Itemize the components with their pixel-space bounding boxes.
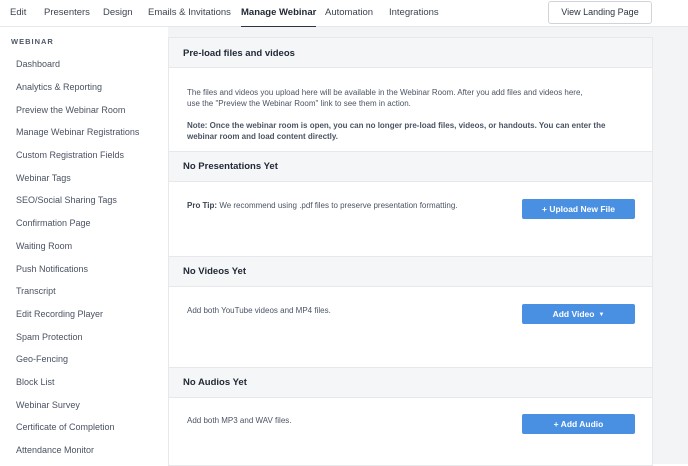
pro-tip-label: Pro Tip: — [187, 201, 218, 210]
add-audio-button[interactable]: + Add Audio — [522, 414, 635, 434]
tab-integrations[interactable]: Integrations — [389, 7, 439, 18]
note-text-line1: Note: Once the webinar room is open, you… — [187, 121, 606, 130]
tab-emails-invitations[interactable]: Emails & Invitations — [148, 7, 231, 18]
tab-edit[interactable]: Edit — [10, 7, 26, 18]
sidebar-item-certificate-of-completion[interactable]: Certificate of Completion — [16, 422, 115, 432]
sidebar-item-block-list[interactable]: Block List — [16, 377, 55, 387]
tab-design[interactable]: Design — [103, 7, 133, 18]
sidebar-item-preview-webinar-room[interactable]: Preview the Webinar Room — [16, 105, 125, 115]
sidebar-item-spam-protection[interactable]: Spam Protection — [16, 332, 83, 342]
sidebar-item-seo-social-sharing-tags[interactable]: SEO/Social Sharing Tags — [16, 195, 117, 205]
add-video-label: Add Video — [552, 309, 595, 319]
sidebar-item-webinar-survey[interactable]: Webinar Survey — [16, 400, 80, 410]
sidebar-item-edit-recording-player[interactable]: Edit Recording Player — [16, 309, 103, 319]
audios-header: No Audios Yet — [169, 367, 652, 398]
intro-text-line1: The files and videos you upload here wil… — [187, 88, 583, 97]
upload-new-file-button[interactable]: + Upload New File — [522, 199, 635, 219]
videos-header: No Videos Yet — [169, 256, 652, 287]
sidebar-item-confirmation-page[interactable]: Confirmation Page — [16, 218, 91, 228]
intro-text-line2: use the "Preview the Webinar Room" link … — [187, 99, 411, 108]
audios-text: Add both MP3 and WAV files. — [187, 416, 292, 425]
view-landing-page-button[interactable]: View Landing Page — [548, 1, 652, 24]
sidebar-item-push-notifications[interactable]: Push Notifications — [16, 264, 88, 274]
pro-tip: Pro Tip: We recommend using .pdf files t… — [187, 200, 458, 211]
sidebar-item-dashboard[interactable]: Dashboard — [16, 59, 60, 69]
sidebar: WEBINAR Dashboard Analytics & Reporting … — [0, 27, 168, 464]
chevron-down-icon: ▼ — [598, 312, 605, 318]
page-title: Pre-load files and videos — [169, 37, 652, 68]
sidebar-item-waiting-room[interactable]: Waiting Room — [16, 241, 72, 251]
add-video-button[interactable]: Add Video ▼ — [522, 304, 635, 324]
sidebar-item-webinar-tags[interactable]: Webinar Tags — [16, 173, 71, 183]
note-text-line2: webinar room and load content directly. — [187, 132, 338, 141]
sidebar-heading: WEBINAR — [11, 37, 54, 46]
sidebar-item-geo-fencing[interactable]: Geo-Fencing — [16, 354, 68, 364]
sidebar-item-attendance-monitor[interactable]: Attendance Monitor — [16, 445, 94, 455]
sidebar-item-manage-registrations[interactable]: Manage Webinar Registrations — [16, 127, 139, 137]
top-navigation: Edit Presenters Design Emails & Invitati… — [0, 0, 688, 28]
videos-text: Add both YouTube videos and MP4 files. — [187, 306, 331, 315]
preload-panel: Pre-load files and videos The files and … — [168, 37, 653, 466]
tab-presenters[interactable]: Presenters — [44, 7, 90, 18]
tab-manage-webinar[interactable]: Manage Webinar — [241, 7, 317, 28]
sidebar-item-analytics-reporting[interactable]: Analytics & Reporting — [16, 82, 102, 92]
presentations-header: No Presentations Yet — [169, 151, 652, 182]
tab-automation[interactable]: Automation — [325, 7, 373, 18]
sidebar-item-transcript[interactable]: Transcript — [16, 286, 56, 296]
pro-tip-text: We recommend using .pdf files to preserv… — [219, 201, 458, 210]
sidebar-item-custom-registration-fields[interactable]: Custom Registration Fields — [16, 150, 124, 160]
main-content: Pre-load files and videos The files and … — [168, 27, 688, 466]
